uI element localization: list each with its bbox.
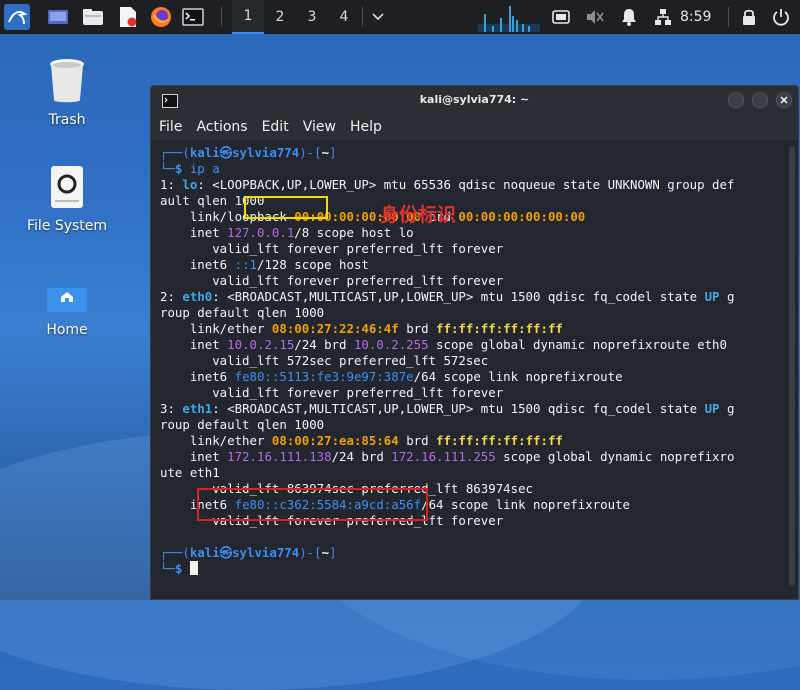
output-line: valid_lft forever preferred_lft forever	[160, 385, 504, 400]
menu-file[interactable]: File	[151, 114, 188, 140]
close-icon	[780, 96, 788, 104]
volume-muted-icon[interactable]	[584, 4, 606, 30]
prompt-line: ┌──(kali㉿sylvia774)-[~]	[160, 545, 337, 560]
highlight-box-eth1	[197, 488, 428, 521]
minimize-button[interactable]	[728, 92, 744, 108]
panel-separator	[221, 7, 222, 27]
power-icon[interactable]	[770, 4, 792, 30]
home-folder-icon	[22, 278, 112, 318]
output-line: valid_lft forever preferred_lft forever	[160, 273, 504, 288]
prompt-dir: ~	[321, 545, 330, 560]
output-line: 2: eth0: <BROADCAST,MULTICAST,UP,LOWER_U…	[160, 289, 735, 304]
prompt-line: ┌──(kali㉿sylvia774)-[~]	[160, 145, 337, 160]
cpu-graph	[478, 4, 540, 32]
desktop-icon-label: Trash	[48, 112, 86, 128]
menu-edit[interactable]: Edit	[254, 114, 295, 140]
output-line: inet6 fe80::5113:fe3:9e97:387e/64 scope …	[160, 369, 623, 384]
desktop-icon-label: File System	[26, 218, 108, 234]
output-line: valid_lft 572sec preferred_lft 572sec	[160, 353, 489, 368]
window-title: kali@sylvia774: ~	[419, 93, 530, 106]
text-cursor	[189, 561, 198, 575]
command-line: └─$	[160, 561, 198, 577]
network-icon[interactable]	[652, 4, 674, 30]
output-line: link/loopback 00:00:00:00:00:00 brd 00:0…	[160, 209, 586, 224]
show-desktop-icon[interactable]	[46, 4, 70, 30]
menu-help[interactable]: Help	[342, 114, 388, 140]
workspace-3[interactable]: 3	[296, 0, 328, 34]
terminal-icon[interactable]	[180, 4, 206, 30]
desktop-icon-file-system[interactable]: File System	[22, 164, 112, 234]
maximize-button[interactable]	[752, 92, 768, 108]
output-line: inet 10.0.2.15/24 brd 10.0.2.255 scope g…	[160, 337, 727, 352]
highlight-box-hostname	[244, 196, 328, 219]
prompt-user: kali	[189, 145, 220, 160]
output-line: roup default qlen 1000	[160, 417, 325, 432]
kali-menu-icon[interactable]	[4, 4, 30, 30]
notification-bell-icon[interactable]	[618, 4, 640, 30]
menu-view[interactable]: View	[295, 114, 342, 140]
panel-clock[interactable]: 8:59	[680, 0, 711, 34]
prompt-dir: ~	[321, 145, 330, 160]
output-line: link/ether 08:00:27:ea:85:64 brd ff:ff:f…	[160, 433, 563, 448]
workspace-4[interactable]: 4	[328, 0, 360, 34]
chevron-down-icon[interactable]	[368, 4, 388, 30]
output-line: ute eth1	[160, 465, 220, 480]
firefox-icon[interactable]	[148, 4, 174, 30]
output-line: inet 127.0.0.1/8 scope host lo	[160, 225, 414, 240]
panel-separator	[362, 7, 363, 27]
command-text: ip a	[189, 161, 220, 176]
workspace-1[interactable]: 1	[232, 0, 264, 34]
menu-actions[interactable]: Actions	[188, 114, 253, 140]
output-line: 1: lo: <LOOPBACK,UP,LOWER_UP> mtu 65536 …	[160, 177, 735, 192]
close-button[interactable]	[776, 92, 792, 108]
screenshot-icon[interactable]	[550, 4, 572, 30]
output-line: valid_lft forever preferred_lft forever	[160, 241, 504, 256]
window-titlebar[interactable]: kali@sylvia774: ~	[151, 86, 798, 114]
desktop-icon-trash[interactable]: Trash	[22, 58, 112, 128]
top-panel: 1 2 3 4 8:59	[0, 0, 800, 34]
terminal-window: kali@sylvia774: ~ File Actions Edit View…	[150, 85, 799, 600]
panel-separator	[728, 7, 729, 27]
annotation-label: 身份标识	[380, 204, 457, 226]
output-line: inet 172.16.111.138/24 brd 172.16.111.25…	[160, 449, 735, 464]
lock-screen-icon[interactable]	[738, 4, 760, 30]
command-line: └─$ ip a	[160, 161, 220, 176]
scrollbar[interactable]	[789, 146, 795, 586]
output-line: roup default qlen 1000	[160, 305, 325, 320]
output-line: inet6 ::1/128 scope host	[160, 257, 369, 272]
terminal-output[interactable]: ┌──(kali㉿sylvia774)-[~] └─$ ip a 1: lo: …	[160, 142, 784, 599]
desktop-icon-home[interactable]: Home	[22, 278, 112, 338]
prompt-host: sylvia774	[232, 145, 300, 160]
trash-icon	[22, 58, 112, 108]
workspace-2[interactable]: 2	[264, 0, 296, 34]
desktop-icon-label: Home	[46, 322, 88, 338]
output-line: link/ether 08:00:27:22:46:4f brd ff:ff:f…	[160, 321, 563, 336]
output-line: 3: eth1: <BROADCAST,MULTICAST,UP,LOWER_U…	[160, 401, 735, 416]
prompt-user: kali	[189, 545, 220, 560]
file-manager-icon[interactable]	[80, 4, 106, 30]
text-editor-icon[interactable]	[116, 4, 140, 30]
drive-icon	[22, 164, 112, 214]
menu-bar: File Actions Edit View Help	[151, 114, 798, 140]
prompt-host: sylvia774	[232, 545, 300, 560]
